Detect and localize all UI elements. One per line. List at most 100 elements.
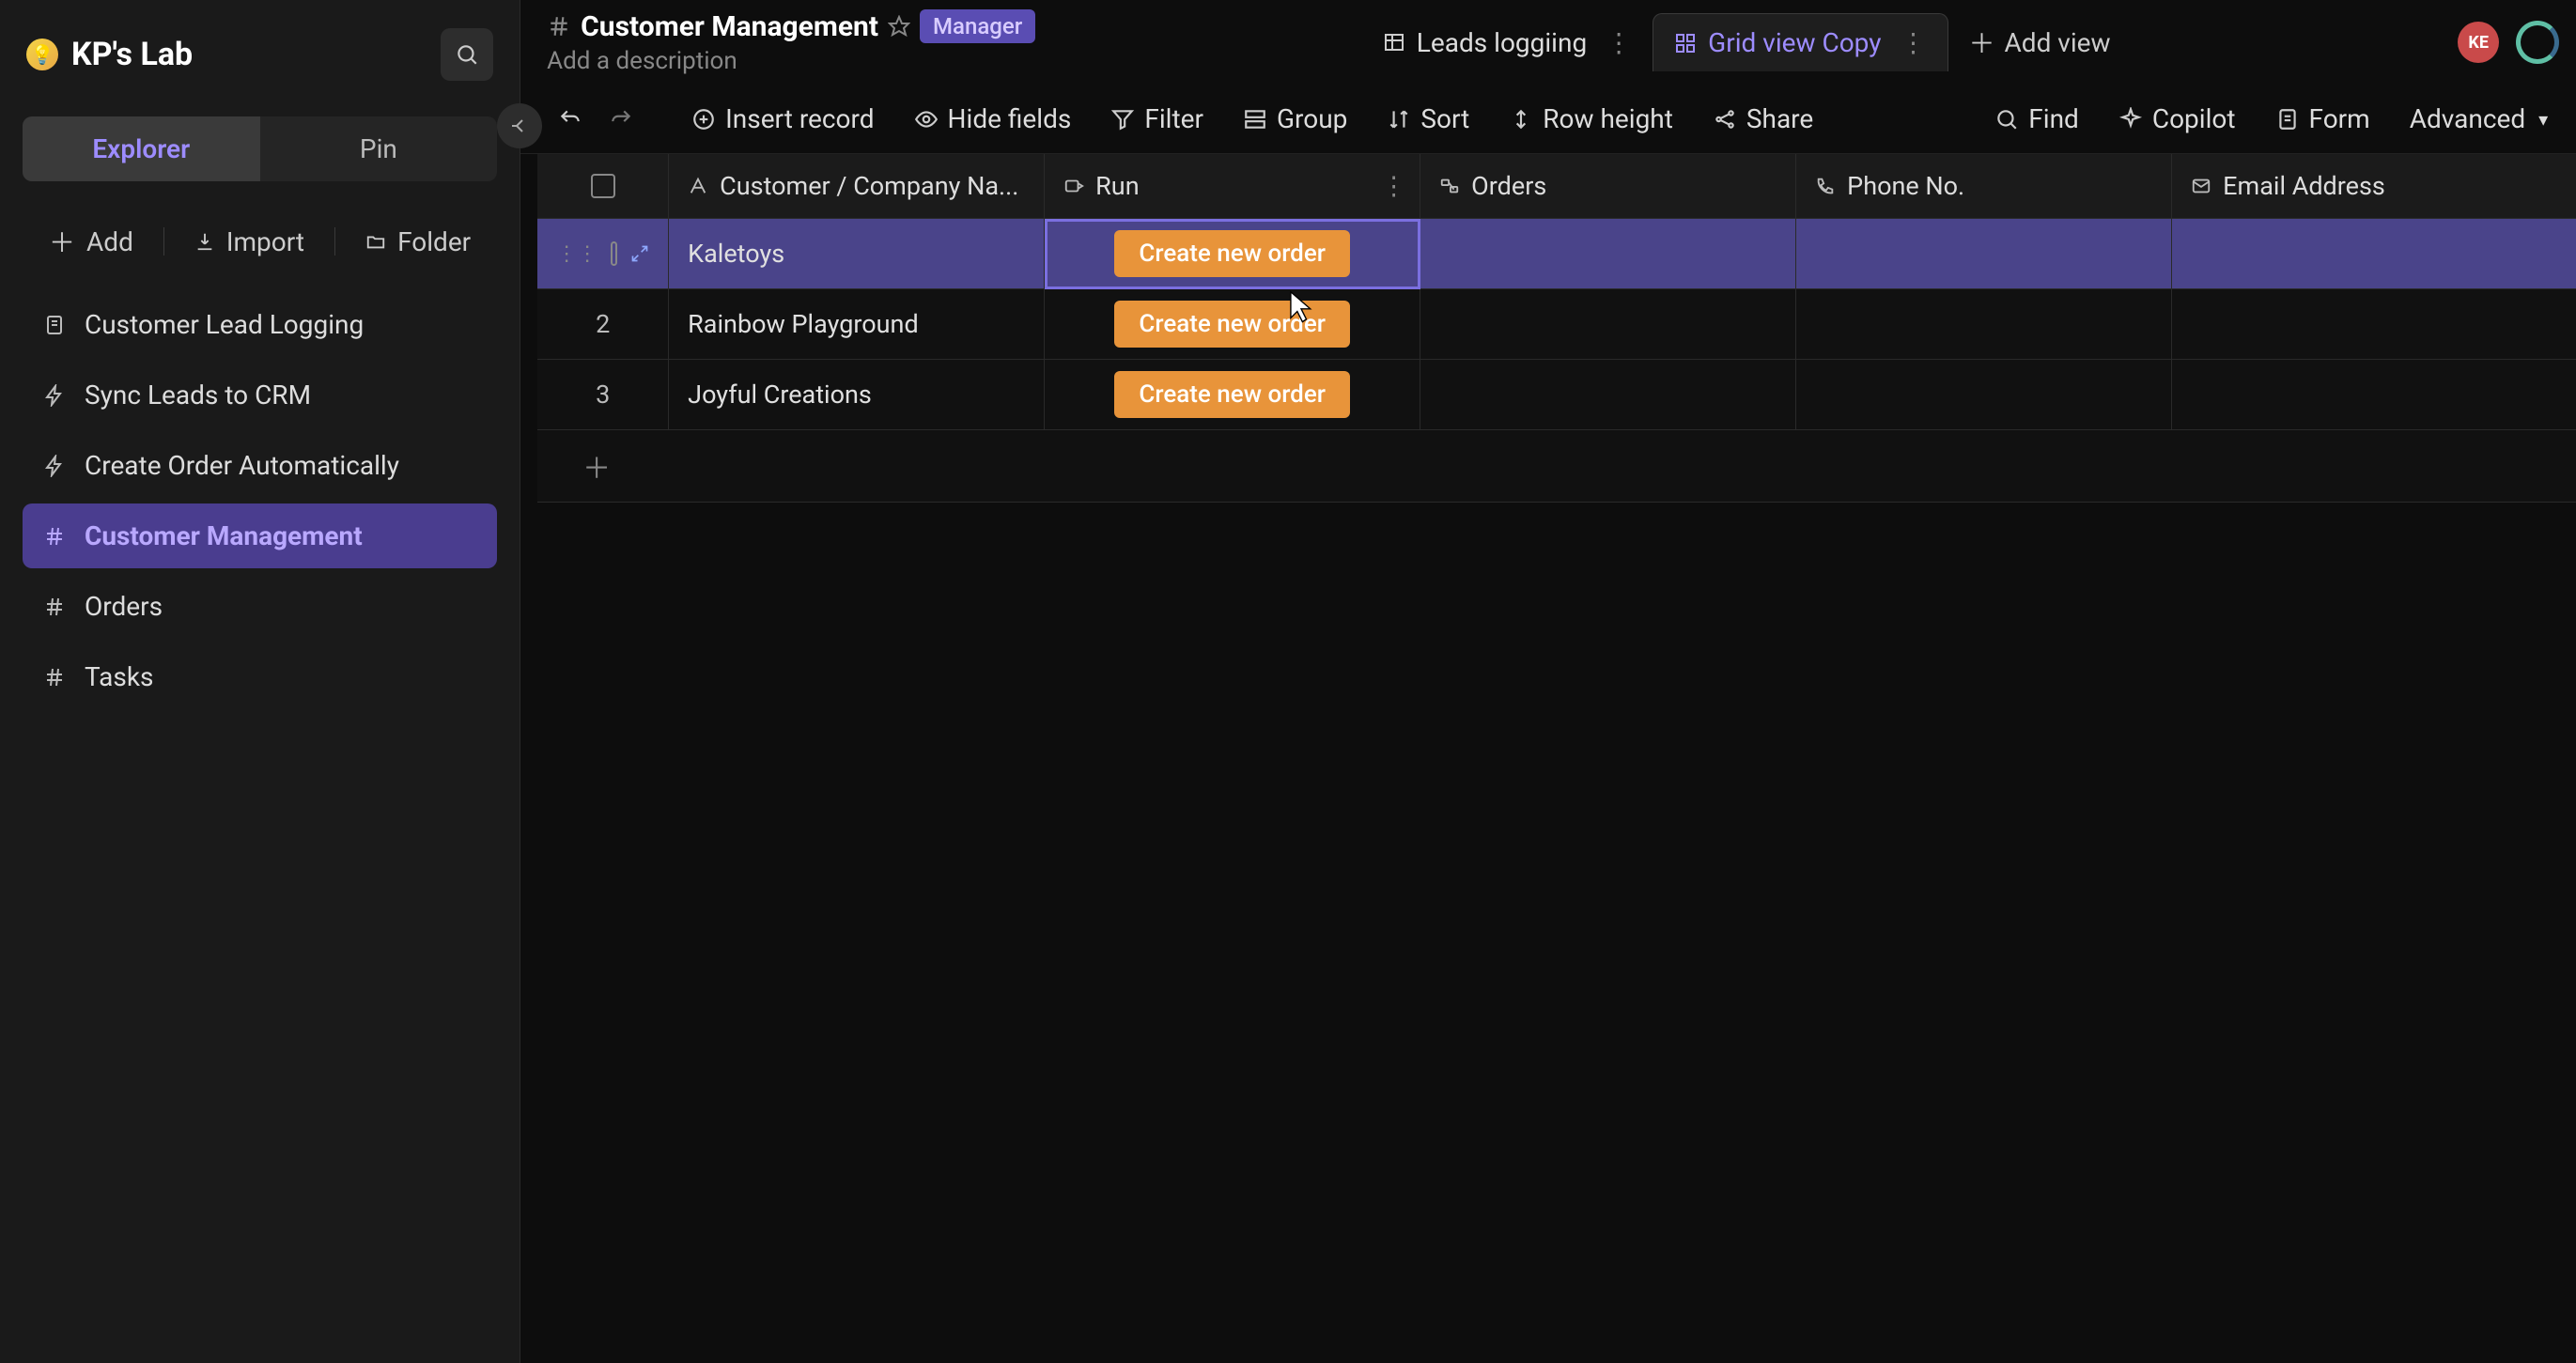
cell-orders[interactable] [1420, 219, 1796, 289]
data-grid: Customer / Company Na... Run ⋮ Orders Ph… [520, 154, 2576, 1363]
status-ring-icon[interactable] [2516, 21, 2559, 64]
advanced-button[interactable]: Advanced ▾ [2406, 98, 2552, 140]
insert-record-label: Insert record [725, 103, 874, 134]
workspace-name: KP's Lab [71, 36, 193, 73]
copilot-label: Copilot [2152, 103, 2236, 134]
filter-icon [1110, 107, 1135, 132]
hide-fields-label: Hide fields [948, 103, 1072, 134]
cell-value: Kaletoys [688, 239, 784, 269]
form-button[interactable]: Form [2272, 98, 2374, 140]
column-label: Orders [1471, 171, 1546, 201]
share-button[interactable]: Share [1709, 98, 1817, 140]
description-input[interactable]: Add a description [547, 47, 1035, 75]
plus-icon: ＋ [49, 223, 75, 260]
cell-phone[interactable] [1796, 360, 2172, 430]
nav-tasks[interactable]: Tasks [23, 644, 497, 709]
cell-name[interactable]: Joyful Creations [669, 360, 1045, 430]
view-tab-grid-copy[interactable]: Grid view Copy ⋮ [1653, 13, 1948, 71]
insert-record-button[interactable]: Insert record [688, 98, 877, 140]
redo-button[interactable] [605, 101, 637, 137]
import-button[interactable]: Import [172, 217, 327, 267]
eye-off-icon [914, 107, 939, 132]
sidebar-tabs: Explorer Pin [23, 116, 497, 181]
column-header-orders[interactable]: Orders [1420, 154, 1796, 219]
cell-run[interactable]: Create new order [1045, 289, 1420, 360]
cell-run[interactable]: Create new order [1045, 360, 1420, 430]
nav-label: Tasks [85, 661, 154, 692]
page-title: Customer Management [581, 10, 878, 43]
row-number: 2 [596, 309, 610, 339]
hash-icon [41, 525, 68, 548]
cell-email[interactable] [2172, 360, 2576, 430]
hash-icon [547, 14, 571, 39]
nav-create-order-auto[interactable]: Create Order Automatically [23, 433, 497, 498]
column-header-run[interactable]: Run ⋮ [1045, 154, 1420, 219]
add-view-button[interactable]: ＋ Add view [1948, 10, 2132, 74]
cell-phone[interactable] [1796, 289, 2172, 360]
cell-orders[interactable] [1420, 360, 1796, 430]
create-order-button[interactable]: Create new order [1114, 371, 1350, 418]
tab-explorer[interactable]: Explorer [23, 116, 260, 181]
select-all-checkbox[interactable] [591, 174, 615, 198]
row-height-button[interactable]: Row height [1505, 98, 1677, 140]
cell-name[interactable]: Rainbow Playground [669, 289, 1045, 360]
column-header-name[interactable]: Customer / Company Na... [669, 154, 1045, 219]
folder-label: Folder [397, 226, 471, 257]
undo-button[interactable] [554, 101, 586, 137]
cell-email[interactable] [2172, 219, 2576, 289]
filter-button[interactable]: Filter [1107, 98, 1207, 140]
copilot-button[interactable]: Copilot [2115, 98, 2240, 140]
view-tab-label: Leads loggiing [1417, 27, 1587, 58]
plus-circle-icon [691, 107, 716, 132]
cell-orders[interactable] [1420, 289, 1796, 360]
group-button[interactable]: Group [1239, 98, 1351, 140]
import-icon [194, 231, 215, 252]
cell-value: Rainbow Playground [688, 309, 919, 339]
cell-run[interactable]: Create new order [1045, 219, 1420, 289]
view-tab-leads-logging[interactable]: Leads loggiing ⋮ [1362, 14, 1653, 71]
form-icon [41, 314, 68, 336]
cell-phone[interactable] [1796, 219, 2172, 289]
sparkle-icon [2118, 107, 2143, 132]
column-header-checkbox[interactable] [537, 154, 669, 219]
column-header-email[interactable]: Email Address [2172, 154, 2576, 219]
sort-button[interactable]: Sort [1383, 98, 1473, 140]
sort-label: Sort [1420, 103, 1469, 134]
add-row-button[interactable]: ＋ [537, 430, 2576, 503]
row-checkbox[interactable] [611, 241, 617, 266]
view-tab-menu[interactable]: ⋮ [1606, 27, 1632, 58]
expand-row-button[interactable] [630, 244, 649, 263]
hide-fields-button[interactable]: Hide fields [910, 98, 1076, 140]
bolt-icon [41, 384, 68, 407]
cell-name[interactable]: Kaletoys [669, 219, 1045, 289]
group-icon [1243, 107, 1267, 132]
nav-customer-lead-logging[interactable]: Customer Lead Logging [23, 292, 497, 357]
folder-button[interactable]: Folder [343, 217, 493, 267]
bolt-icon [41, 455, 68, 477]
search-button[interactable] [441, 28, 493, 81]
tab-pin[interactable]: Pin [260, 116, 498, 181]
column-menu-button[interactable]: ⋮ [1381, 171, 1406, 201]
view-tab-menu[interactable]: ⋮ [1901, 27, 1927, 58]
workspace-switcher[interactable]: 💡 KP's Lab [26, 36, 193, 73]
drag-handle-icon[interactable]: ⋮⋮ [556, 242, 597, 266]
column-header-phone[interactable]: Phone No. [1796, 154, 2172, 219]
nav-sync-leads[interactable]: Sync Leads to CRM [23, 363, 497, 427]
add-button[interactable]: ＋ Add [26, 213, 156, 270]
find-button[interactable]: Find [1991, 98, 2083, 140]
cell-value: Joyful Creations [688, 379, 872, 410]
search-icon [455, 42, 479, 67]
find-label: Find [2028, 103, 2079, 134]
undo-icon [558, 107, 582, 132]
add-label: Add [86, 226, 133, 257]
create-order-button[interactable]: Create new order [1114, 230, 1350, 277]
advanced-label: Advanced [2410, 103, 2525, 134]
nav-orders[interactable]: Orders [23, 574, 497, 639]
plus-icon: ＋ [1969, 23, 1995, 61]
nav-customer-management[interactable]: Customer Management [23, 503, 497, 568]
cell-email[interactable] [2172, 289, 2576, 360]
favorite-button[interactable] [888, 15, 910, 38]
create-order-button[interactable]: Create new order [1114, 301, 1350, 348]
user-avatar[interactable]: KE [2458, 22, 2499, 63]
collapse-sidebar-button[interactable] [497, 103, 542, 148]
